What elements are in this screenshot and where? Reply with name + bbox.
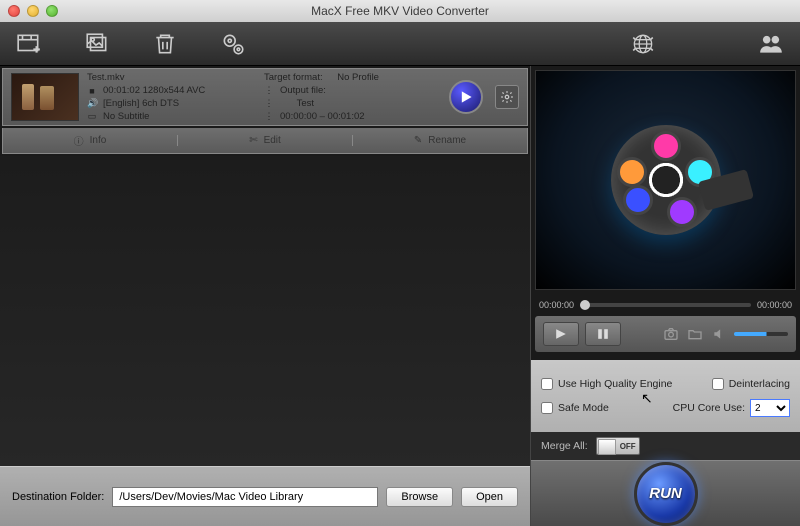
toolbar	[0, 22, 800, 66]
titlebar: MacX Free MKV Video Converter	[0, 0, 800, 22]
timeline[interactable]: 00:00:00 00:00:00	[531, 294, 800, 316]
preview-pane	[535, 70, 796, 290]
time-end: 00:00:00	[757, 300, 792, 310]
globe-icon[interactable]	[629, 30, 657, 58]
scissors-icon: ✄	[249, 135, 257, 146]
file-row[interactable]: Test.mkv ■ 00:01:02 1280x544 AVC 🔊 [Englis…	[2, 68, 528, 126]
cpu-core-select[interactable]: 2	[750, 399, 790, 417]
volume-icon[interactable]	[710, 325, 728, 343]
output-file-label: Output file:	[280, 85, 326, 96]
playback-controls	[535, 316, 796, 352]
volume-slider[interactable]	[734, 332, 788, 336]
cursor-icon: ↖	[641, 390, 653, 407]
file-list-area	[0, 156, 530, 466]
settings-icon[interactable]	[219, 30, 247, 58]
audio-info: [English] 6ch DTS	[103, 98, 179, 109]
merge-row: Merge All: OFF	[531, 432, 800, 460]
merge-toggle[interactable]: OFF	[596, 437, 640, 455]
target-format-value: No Profile	[337, 72, 379, 83]
pause-button[interactable]	[585, 322, 621, 346]
video-thumbnail	[11, 73, 79, 121]
info-icon: ⓘ	[74, 133, 84, 148]
subtitle-info: No Subtitle	[103, 111, 149, 122]
play-button[interactable]	[543, 322, 579, 346]
trash-icon[interactable]	[151, 30, 179, 58]
timeline-track[interactable]	[580, 303, 751, 307]
add-video-icon[interactable]	[15, 30, 43, 58]
time-range: 00:00:00 – 00:01:02	[280, 111, 365, 122]
info-action[interactable]: ⓘInfo	[3, 133, 177, 148]
close-window[interactable]	[8, 5, 20, 17]
window-title: MacX Free MKV Video Converter	[311, 4, 489, 18]
hq-engine-checkbox[interactable]: Use High Quality Engine	[541, 378, 672, 390]
file-settings-button[interactable]	[495, 85, 519, 109]
destination-label: Destination Folder:	[12, 491, 104, 503]
video-icon: ■	[87, 86, 97, 96]
merge-label: Merge All:	[541, 440, 588, 452]
browse-button[interactable]: Browse	[386, 487, 453, 507]
run-button[interactable]: RUN	[634, 462, 698, 526]
run-area: RUN	[531, 460, 800, 526]
preview-play-button[interactable]	[449, 80, 483, 114]
output-file-value: Test	[297, 98, 314, 109]
file-actions: ⓘInfo ✄Edit ✎Rename	[2, 128, 528, 154]
edit-action[interactable]: ✄Edit	[177, 135, 352, 146]
rename-icon: ✎	[414, 135, 422, 146]
open-button[interactable]: Open	[461, 487, 518, 507]
image-stack-icon[interactable]	[83, 30, 111, 58]
file-name: Test.mkv	[87, 71, 264, 84]
folder-icon[interactable]	[686, 325, 704, 343]
destination-bar: Destination Folder: Browse Open	[0, 466, 530, 526]
safe-mode-checkbox[interactable]: Safe Mode	[541, 402, 609, 414]
subtitle-icon: ▭	[87, 111, 97, 122]
deinterlacing-checkbox[interactable]: Deinterlacing	[712, 378, 790, 390]
audio-icon: 🔊	[87, 98, 97, 109]
rename-action[interactable]: ✎Rename	[352, 135, 527, 146]
target-format-label: Target format:	[264, 72, 323, 83]
cpu-core-label: CPU Core Use:	[673, 402, 745, 414]
options-panel: Use High Quality Engine Deinterlacing Sa…	[531, 360, 800, 432]
destination-input[interactable]	[112, 487, 378, 507]
snapshot-icon[interactable]	[662, 325, 680, 343]
minimize-window[interactable]	[27, 5, 39, 17]
people-icon[interactable]	[757, 30, 785, 58]
time-start: 00:00:00	[539, 300, 574, 310]
film-reel-icon	[611, 125, 721, 235]
duration-resolution: 00:01:02 1280x544 AVC	[103, 85, 205, 96]
zoom-window[interactable]	[46, 5, 58, 17]
